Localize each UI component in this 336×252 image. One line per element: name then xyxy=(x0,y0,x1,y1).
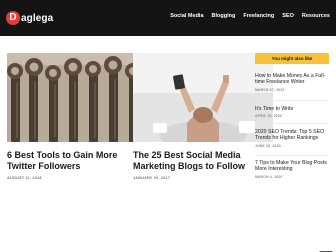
related-post-date: MARCH 4, 2020 xyxy=(255,174,283,179)
post-date-2: JANUARY 20, 2017 xyxy=(133,176,171,180)
post-title-2[interactable]: The 25 Best Social Media Marketing Blogs… xyxy=(133,150,253,172)
nav-freelancing[interactable]: Freelancing xyxy=(243,13,274,19)
site-logo[interactable]: D aglega xyxy=(6,11,53,25)
post-image-phone-in-bed[interactable] xyxy=(133,53,273,142)
chat-widget-icon[interactable] xyxy=(319,244,333,252)
top-navigation-bar: D aglega Social Media Blogging Freelanci… xyxy=(0,0,336,36)
divider xyxy=(255,155,329,156)
post-date-1: AUGUST 11, 2018 xyxy=(7,176,42,180)
related-post-item[interactable]: How to Make Money As a Full-time Freelan… xyxy=(255,73,331,92)
related-post-date: MARCH 27, 2020 xyxy=(255,87,285,92)
divider xyxy=(255,100,329,101)
nav-blogging[interactable]: Blogging xyxy=(212,13,236,19)
related-post-title[interactable]: How to Make Money As a Full-time Freelan… xyxy=(255,73,331,86)
post-title-1[interactable]: 6 Best Tools to Gain More Twitter Follow… xyxy=(7,150,127,172)
wrenches-photo-icon xyxy=(7,53,147,142)
logo-text: aglega xyxy=(21,12,54,24)
related-post-title[interactable]: 2020 SEO Trends: Top 5 SEO Trends for Hi… xyxy=(255,129,331,142)
related-post-title[interactable]: 7 Tips to Make Your Blog Posts More Inte… xyxy=(255,160,331,173)
phone-in-bed-photo-icon xyxy=(133,53,273,142)
nav-social-media[interactable]: Social Media xyxy=(170,13,203,19)
related-posts-sidebar: You might also like How to Make Money As… xyxy=(255,53,329,179)
related-post-date: APRIL 15, 2020 xyxy=(255,114,283,119)
sidebar-heading: You might also like xyxy=(255,53,329,64)
logo-mark-icon: D xyxy=(6,11,20,25)
divider xyxy=(255,123,329,124)
nav-seo[interactable]: SEO xyxy=(282,13,294,19)
related-post-item[interactable]: 7 Tips to Make Your Blog Posts More Inte… xyxy=(255,160,331,179)
nav-resources[interactable]: Resources xyxy=(302,13,330,19)
related-post-item[interactable]: 2020 SEO Trends: Top 5 SEO Trends for Hi… xyxy=(255,129,331,148)
related-post-date: JUNE 25, 2020 xyxy=(255,143,281,148)
main-nav: Social Media Blogging Freelancing SEO Re… xyxy=(162,13,330,19)
post-image-wrenches[interactable] xyxy=(7,53,147,142)
related-post-title[interactable]: It's Time to Write xyxy=(255,106,331,112)
related-post-item[interactable]: It's Time to Write APRIL 15, 2020 xyxy=(255,106,331,118)
